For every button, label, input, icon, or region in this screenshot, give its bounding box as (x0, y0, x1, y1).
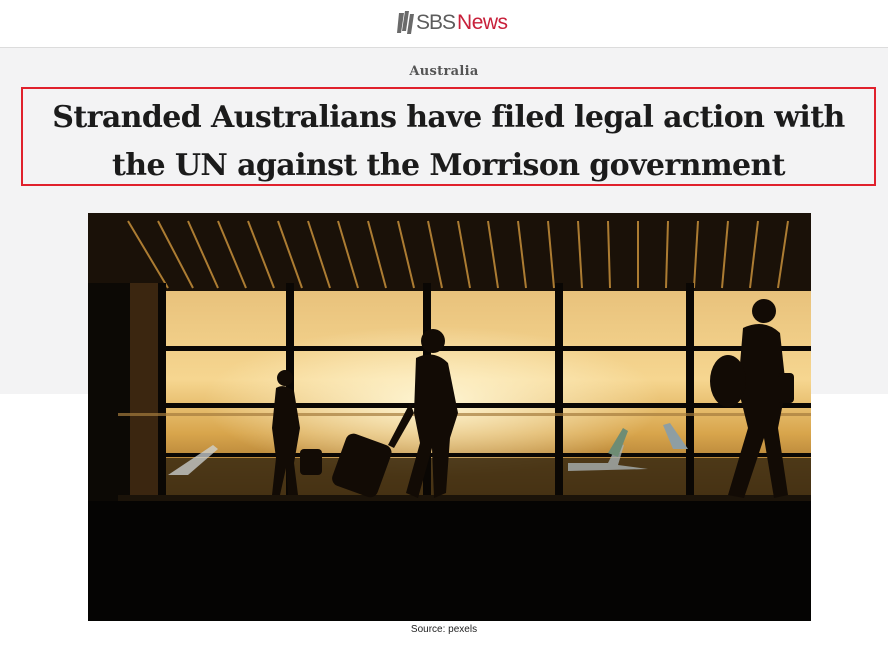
airport-silhouette-illustration (88, 213, 811, 621)
article-category[interactable]: Australia (0, 64, 888, 79)
logo-sbs-text: SBS (416, 11, 456, 34)
article-headline: Stranded Australians have filed legal ac… (52, 100, 845, 183)
site-header: SBS News (0, 0, 888, 48)
logo-news-text: News (457, 11, 508, 34)
sbs-logo-mark-icon (397, 11, 414, 34)
image-caption: Source: pexels (410, 624, 478, 635)
hero-image (88, 213, 811, 621)
sbs-news-logo[interactable]: SBS News (396, 8, 508, 38)
